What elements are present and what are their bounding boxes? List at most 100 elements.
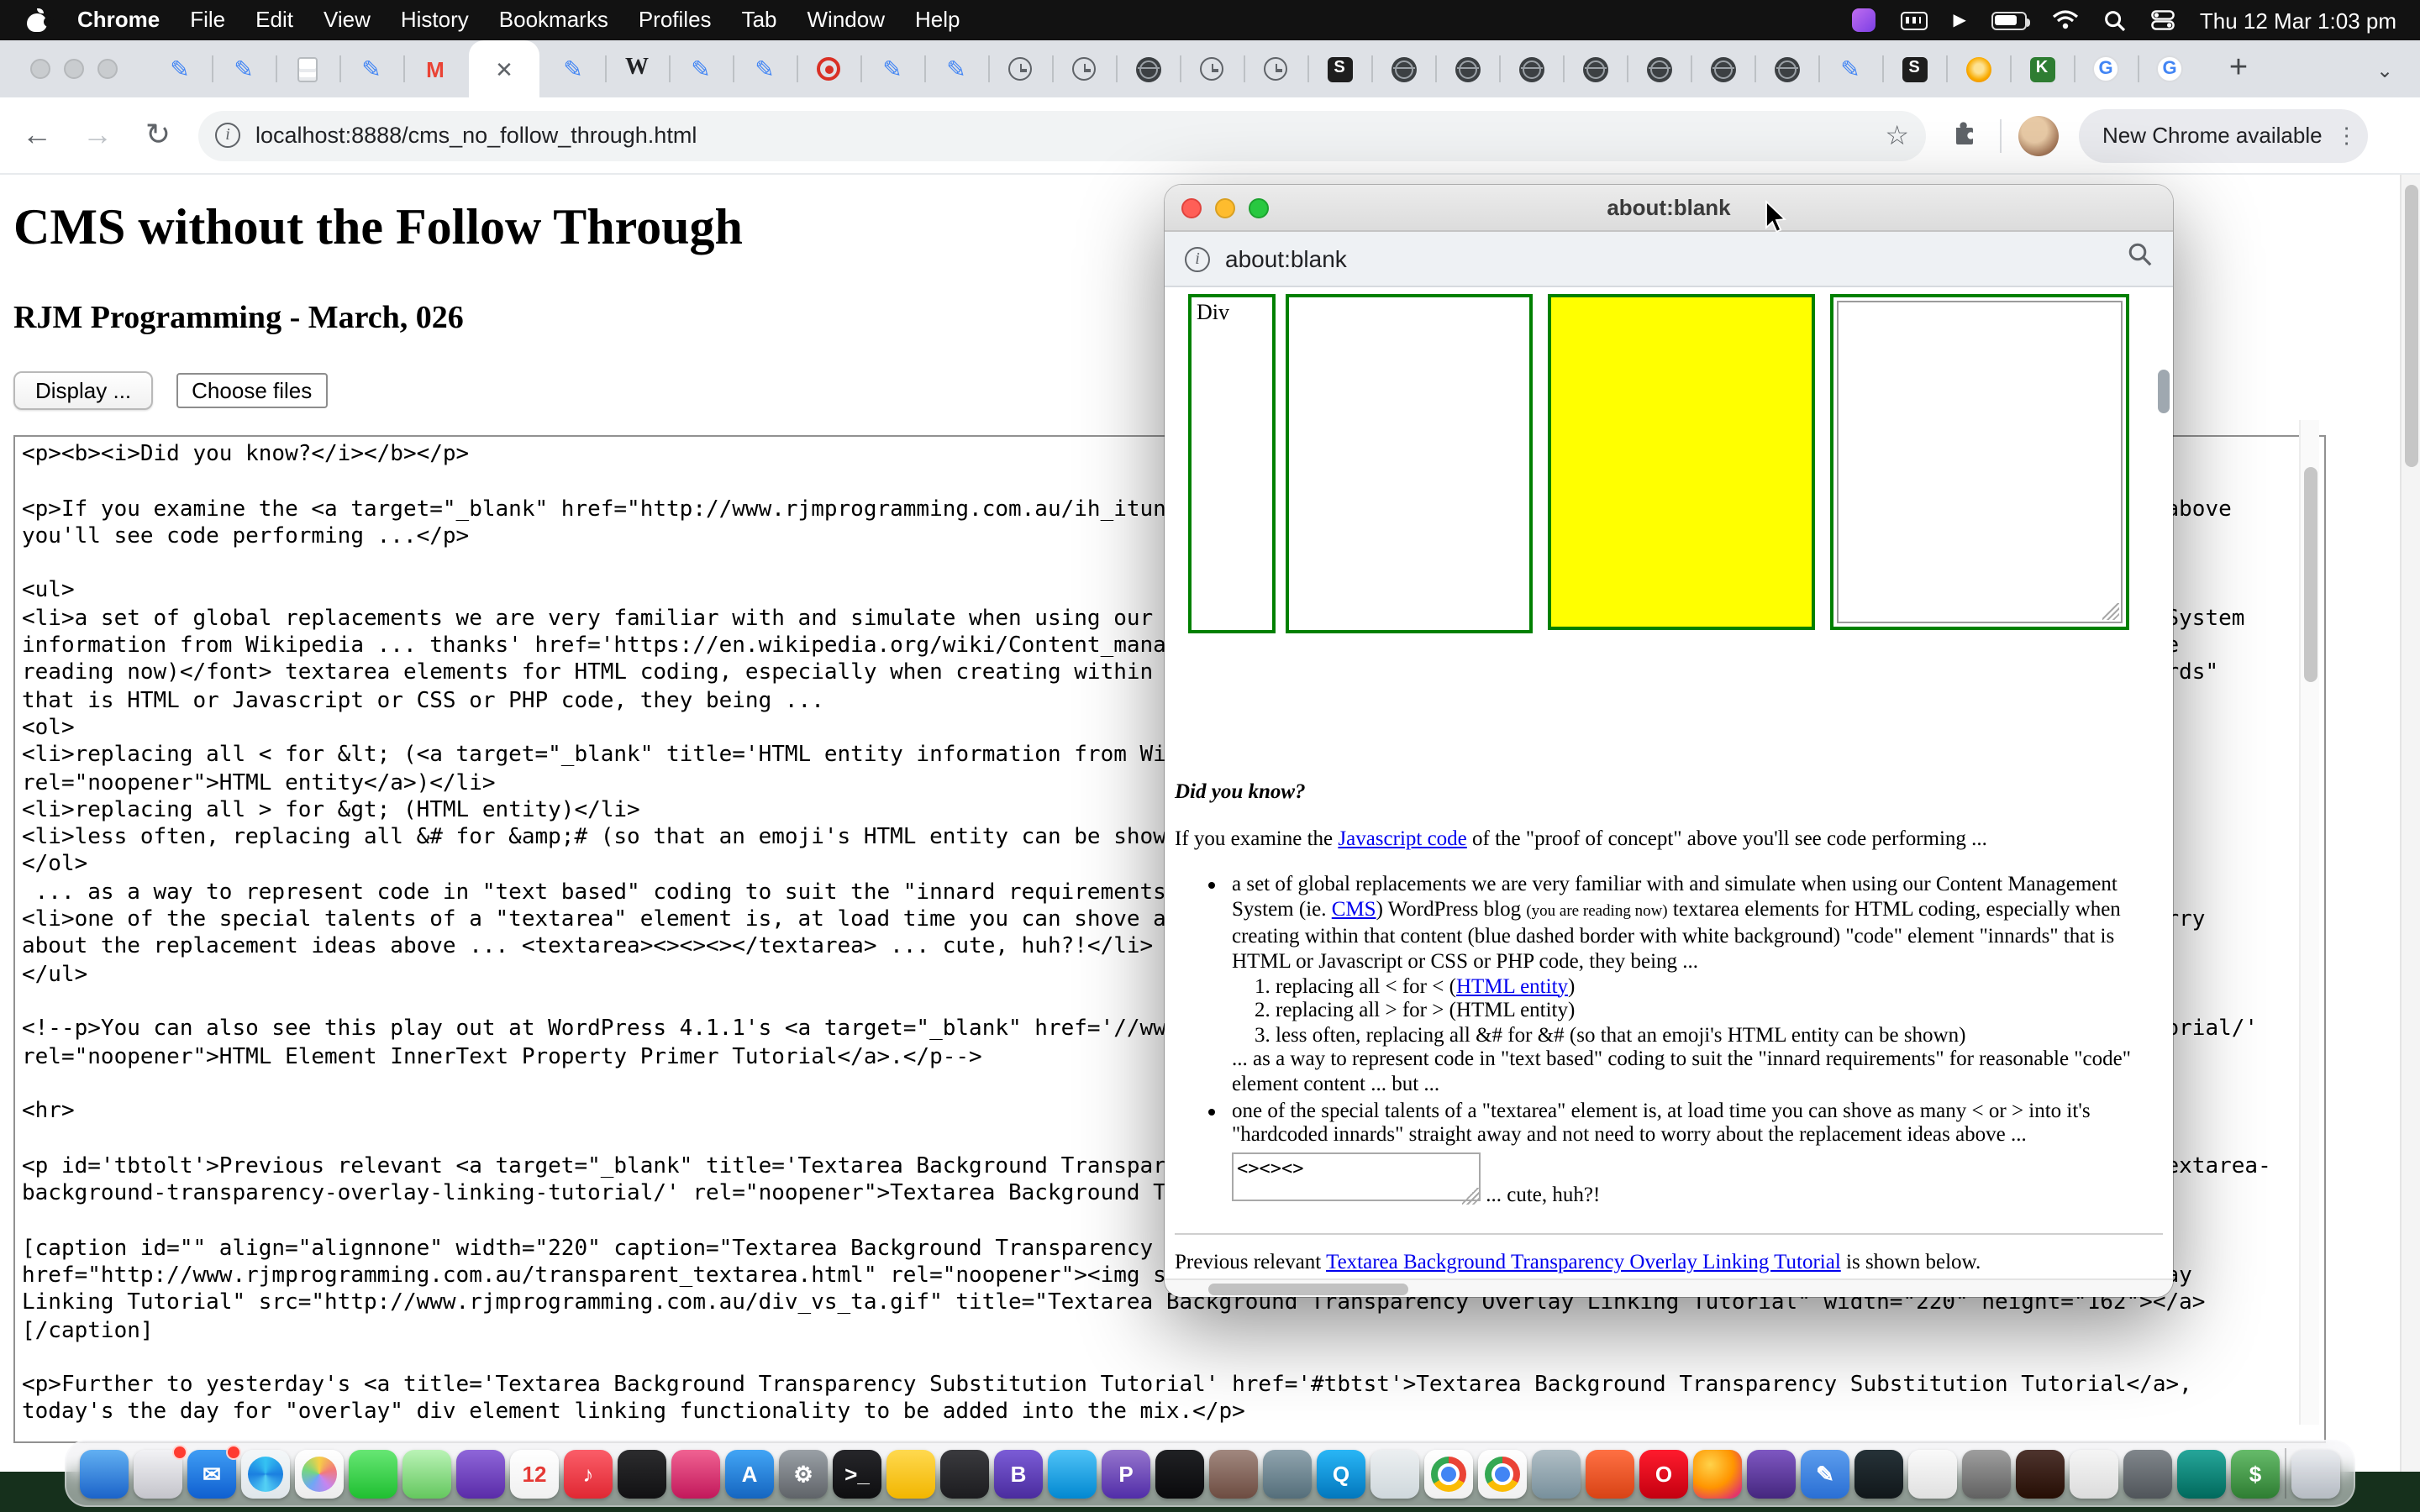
dock-app-icon[interactable] (1693, 1449, 1742, 1498)
chrome-update-button[interactable]: New Chrome available ⋮ (2079, 108, 2368, 162)
choose-files-button[interactable]: Choose files (176, 373, 327, 408)
browser-tab[interactable] (1946, 40, 2010, 97)
popup-titlebar[interactable]: about:blank (1165, 185, 2173, 232)
browser-tab[interactable] (1627, 40, 1691, 97)
dock-app-icon[interactable]: P (1102, 1449, 1150, 1498)
browser-tab[interactable] (1371, 40, 1435, 97)
dock-app-icon[interactable] (402, 1449, 451, 1498)
popup-horizontal-scrollbar-thumb[interactable] (1208, 1284, 1408, 1295)
html-entity-link[interactable]: HTML entity (1456, 974, 1568, 997)
menu-item[interactable]: File (175, 0, 240, 40)
browser-tab[interactable] (403, 40, 467, 97)
browser-tab[interactable] (797, 40, 860, 97)
dock-app-icon[interactable] (2291, 1449, 2340, 1498)
menu-item[interactable]: Edit (240, 0, 308, 40)
popup-site-info-icon[interactable]: i (1185, 246, 1210, 271)
browser-tab[interactable] (2010, 40, 2074, 97)
page-scrollbar-thumb[interactable] (2405, 185, 2418, 467)
media-play-icon[interactable]: ▶ (1953, 11, 1965, 29)
cms-link[interactable]: CMS (1332, 897, 1376, 921)
browser-tab[interactable] (988, 40, 1052, 97)
dock-app-icon[interactable] (80, 1449, 129, 1498)
dock-app-icon[interactable] (1532, 1449, 1581, 1498)
new-tab-button[interactable]: + (2215, 45, 2262, 92)
window-close-button[interactable] (30, 59, 50, 79)
tab-close-icon[interactable]: ✕ (495, 58, 513, 80)
wifi-icon[interactable] (2052, 10, 2079, 30)
dock-app-icon[interactable] (1263, 1449, 1312, 1498)
browser-tab[interactable] (1116, 40, 1180, 97)
dock-app-icon[interactable] (241, 1449, 290, 1498)
browser-tab[interactable] (860, 40, 924, 97)
menu-app-name[interactable]: Chrome (62, 0, 175, 40)
dock-app-icon[interactable] (2016, 1449, 2065, 1498)
previous-tutorial-link[interactable]: Textarea Background Transparency Overlay… (1326, 1250, 1841, 1273)
dock-app-icon[interactable] (1854, 1449, 1903, 1498)
omnibox[interactable]: i localhost:8888/cms_no_follow_through.h… (198, 110, 1926, 160)
popup-vertical-scrollbar-thumb[interactable] (2158, 370, 2170, 413)
browser-menu-icon[interactable]: ⋮ (2336, 122, 2358, 149)
dock-app-icon[interactable]: ✉ (187, 1449, 236, 1498)
textarea-scrollbar[interactable] (2299, 420, 2319, 1425)
popup-zoom-search-icon[interactable] (2128, 242, 2153, 276)
menu-item[interactable]: View (308, 0, 386, 40)
window-zoom-button[interactable] (97, 59, 118, 79)
browser-tab[interactable] (276, 40, 339, 97)
browser-tab[interactable] (1754, 40, 1818, 97)
demo-textarea[interactable] (1837, 301, 2123, 623)
menu-item[interactable]: Help (900, 0, 976, 40)
menu-item[interactable]: Profiles (623, 0, 727, 40)
browser-tab[interactable] (924, 40, 988, 97)
browser-tab[interactable] (1818, 40, 1882, 97)
dock-app-icon[interactable] (1209, 1449, 1258, 1498)
status-app-icon[interactable] (1852, 8, 1876, 32)
dock-app-icon[interactable] (456, 1449, 505, 1498)
dock-app-icon[interactable] (1155, 1449, 1204, 1498)
dock-app-icon[interactable] (1962, 1449, 2011, 1498)
dock-app-icon[interactable]: $ (2231, 1449, 2280, 1498)
browser-tab[interactable] (1563, 40, 1627, 97)
browser-tab[interactable] (1435, 40, 1499, 97)
menu-item[interactable]: History (386, 0, 484, 40)
inline-demo-textarea[interactable]: <><><> (1232, 1152, 1481, 1200)
spotlight-icon[interactable] (2104, 9, 2126, 31)
menu-item[interactable]: Window (792, 0, 901, 40)
browser-tab[interactable] (1691, 40, 1754, 97)
menu-item[interactable]: Tab (727, 0, 792, 40)
site-info-icon[interactable]: i (215, 123, 240, 148)
dock-app-icon[interactable] (1908, 1449, 1957, 1498)
browser-tab[interactable] (339, 40, 403, 97)
keyboard-status-icon[interactable] (1901, 11, 1928, 29)
dock-app-icon[interactable]: A (725, 1449, 774, 1498)
dock-app-icon[interactable] (671, 1449, 720, 1498)
bookmark-star-icon[interactable]: ☆ (1885, 118, 1909, 152)
tab-search-button[interactable]: ⌄ (2366, 52, 2403, 89)
dock-app-icon[interactable] (1747, 1449, 1796, 1498)
dock-app-icon[interactable]: ⚙ (779, 1449, 828, 1498)
dock-app-icon[interactable] (134, 1449, 182, 1498)
browser-tab[interactable] (148, 40, 212, 97)
browser-tab[interactable] (2138, 40, 2202, 97)
dock-app-icon[interactable] (2123, 1449, 2172, 1498)
page-scrollbar[interactable] (2400, 175, 2420, 1472)
browser-tab[interactable] (1180, 40, 1244, 97)
browser-tab[interactable] (1244, 40, 1307, 97)
browser-tab[interactable] (1499, 40, 1563, 97)
dock-app-icon[interactable] (886, 1449, 935, 1498)
dock-app-icon[interactable]: O (1639, 1449, 1688, 1498)
browser-tab[interactable] (1307, 40, 1371, 97)
resize-grip-icon[interactable] (1462, 1189, 1479, 1205)
window-minimize-button[interactable] (64, 59, 84, 79)
dock-app-icon[interactable]: B (994, 1449, 1043, 1498)
browser-tab[interactable] (1052, 40, 1116, 97)
dock-app-icon[interactable] (940, 1449, 989, 1498)
popup-close-button[interactable] (1181, 198, 1202, 218)
popup-zoom-button[interactable] (1249, 198, 1269, 218)
textarea-scrollbar-thumb[interactable] (2304, 467, 2317, 682)
javascript-code-link[interactable]: Javascript code (1338, 826, 1466, 849)
battery-icon[interactable] (1991, 11, 2027, 29)
dock-app-icon[interactable] (2285, 1448, 2286, 1499)
control-center-icon[interactable] (2151, 10, 2175, 30)
url-text[interactable]: localhost:8888/cms_no_follow_through.htm… (255, 123, 1885, 148)
browser-tab[interactable] (1882, 40, 1946, 97)
